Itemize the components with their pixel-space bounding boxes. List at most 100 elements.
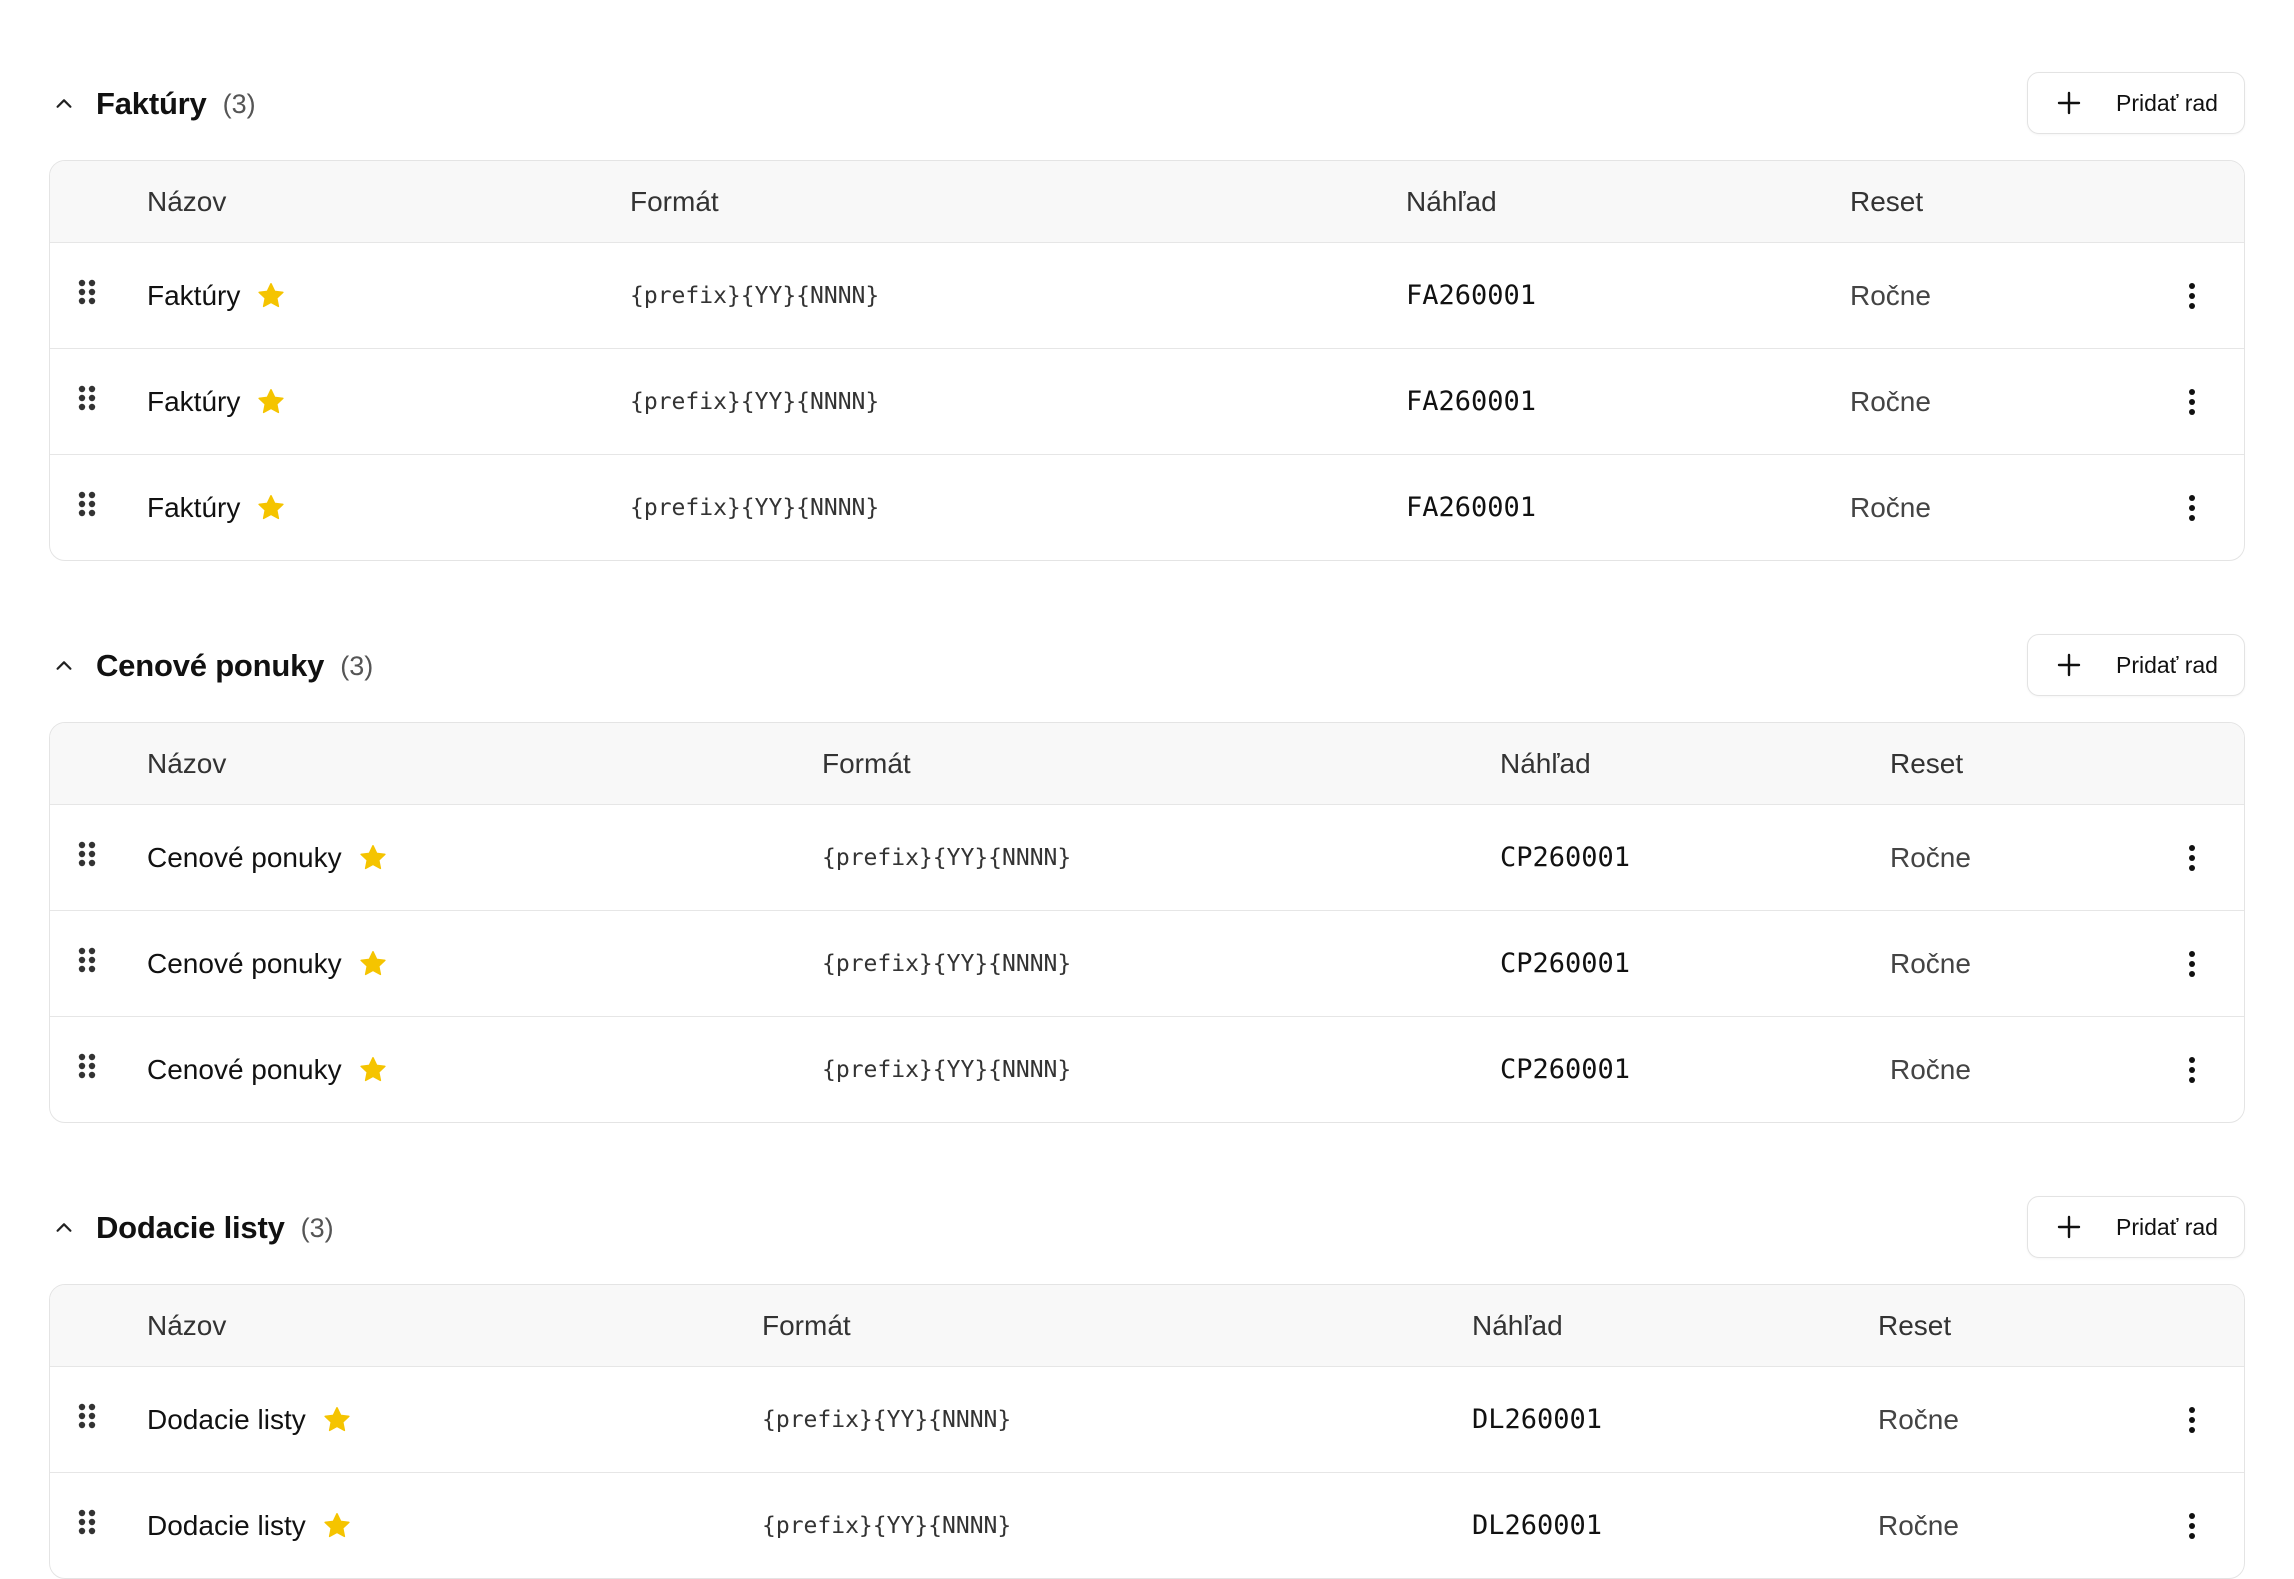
series-name-cell: Dodacie listy xyxy=(147,1367,352,1472)
table-row[interactable]: Cenové ponuky {prefix}{YY}{NNNN} CP260001 R… xyxy=(50,911,2244,1017)
add-series-button[interactable]: Pridať rad xyxy=(2027,1196,2245,1258)
series-preview: FA260001 xyxy=(1406,386,1537,417)
section-title: Dodacie listy xyxy=(96,1210,285,1245)
add-series-button[interactable]: Pridať rad xyxy=(2027,634,2245,696)
series-reset: Ročne xyxy=(1850,385,1931,417)
series-preview: CP260001 xyxy=(1500,948,1631,979)
section-2: Cenové ponuky (3) Pridať rad Názov Formát Náh… xyxy=(49,634,2245,1123)
series-format: {prefix}{YY}{NNNN} xyxy=(822,844,1072,871)
series-reset: Ročne xyxy=(1890,841,1971,873)
drag-handle-icon[interactable] xyxy=(76,1367,100,1472)
series-name-cell: Cenové ponuky xyxy=(147,805,388,910)
series-format: {prefix}{YY}{NNNN} xyxy=(762,1512,1012,1539)
section-header: Dodacie listy (3) Pridať rad xyxy=(49,1196,2245,1260)
column-header-preview: Náhľad xyxy=(1500,748,1591,779)
section-count: (3) xyxy=(222,88,256,119)
plus-icon xyxy=(2056,1214,2082,1240)
column-header-format: Formát xyxy=(822,748,911,779)
drag-handle-icon[interactable] xyxy=(76,455,100,560)
add-series-button[interactable]: Pridať rad xyxy=(2027,72,2245,134)
series-name-cell: Faktúry xyxy=(147,349,286,454)
series-preview: DL260001 xyxy=(1472,1404,1603,1435)
column-header-preview: Náhľad xyxy=(1472,1310,1563,1341)
series-preview: FA260001 xyxy=(1406,492,1537,523)
series-name-cell: Cenové ponuky xyxy=(147,911,388,1016)
series-name: Dodacie listy xyxy=(147,1509,306,1541)
series-preview: CP260001 xyxy=(1500,1054,1631,1085)
column-header-reset: Reset xyxy=(1890,748,1964,779)
drag-handle-icon[interactable] xyxy=(76,911,100,1016)
column-header-reset: Reset xyxy=(1878,1310,1952,1341)
more-vertical-icon[interactable] xyxy=(2180,1473,2204,1578)
chevron-up-icon xyxy=(53,93,75,115)
drag-handle-icon[interactable] xyxy=(76,1017,100,1122)
more-vertical-icon[interactable] xyxy=(2180,455,2204,560)
chevron-up-icon xyxy=(53,1217,75,1239)
table-row[interactable]: Cenové ponuky {prefix}{YY}{NNNN} CP260001 R… xyxy=(50,1017,2244,1122)
series-name: Faktúry xyxy=(147,279,241,311)
series-format: {prefix}{YY}{NNNN} xyxy=(822,950,1072,977)
add-series-label: Pridať rad xyxy=(2116,1213,2218,1240)
series-name-cell: Faktúry xyxy=(147,243,286,348)
column-header-name: Názov xyxy=(147,748,227,779)
number-series-page: Faktúry (3) Pridať rad Názov Formát Náhľad Res… xyxy=(0,0,2294,1579)
plus-icon xyxy=(2056,90,2082,116)
section-title: Cenové ponuky xyxy=(96,648,325,683)
drag-handle-icon[interactable] xyxy=(76,349,100,454)
plus-icon xyxy=(2056,652,2082,678)
series-preview: FA260001 xyxy=(1406,280,1537,311)
section-count: (3) xyxy=(300,1212,334,1243)
series-name: Dodacie listy xyxy=(147,1403,306,1435)
drag-handle-icon[interactable] xyxy=(76,805,100,910)
section-3: Dodacie listy (3) Pridať rad Názov Formát Náh… xyxy=(49,1196,2245,1579)
drag-handle-icon[interactable] xyxy=(76,1473,100,1578)
column-header-name: Názov xyxy=(147,186,227,217)
section-1: Faktúry (3) Pridať rad Názov Formát Náhľad Res… xyxy=(49,72,2245,561)
table-row[interactable]: Dodacie listy {prefix}{YY}{NNNN} DL260001 R… xyxy=(50,1473,2244,1578)
collapse-toggle[interactable] xyxy=(49,89,79,119)
more-vertical-icon[interactable] xyxy=(2180,1017,2204,1122)
table-header: Názov Formát Náhľad Reset xyxy=(50,161,2244,243)
collapse-toggle[interactable] xyxy=(49,651,79,681)
star-icon xyxy=(358,1055,388,1085)
more-vertical-icon[interactable] xyxy=(2180,805,2204,910)
add-series-label: Pridať rad xyxy=(2116,651,2218,678)
star-icon xyxy=(322,1511,352,1541)
series-preview: DL260001 xyxy=(1472,1510,1603,1541)
add-series-label: Pridať rad xyxy=(2116,89,2218,116)
table-row[interactable]: Faktúry {prefix}{YY}{NNNN} FA260001 Ročne xyxy=(50,455,2244,560)
series-format: {prefix}{YY}{NNNN} xyxy=(762,1406,1012,1433)
star-icon xyxy=(322,1405,352,1435)
series-reset: Ročne xyxy=(1890,947,1971,979)
table-row[interactable]: Dodacie listy {prefix}{YY}{NNNN} DL260001 R… xyxy=(50,1367,2244,1473)
series-name: Cenové ponuky xyxy=(147,947,342,979)
column-header-preview: Náhľad xyxy=(1406,186,1497,217)
series-format: {prefix}{YY}{NNNN} xyxy=(822,1056,1072,1083)
star-icon xyxy=(358,843,388,873)
series-reset: Ročne xyxy=(1878,1509,1959,1541)
more-vertical-icon[interactable] xyxy=(2180,243,2204,348)
series-name-cell: Cenové ponuky xyxy=(147,1017,388,1122)
section-count: (3) xyxy=(340,650,374,681)
chevron-up-icon xyxy=(53,655,75,677)
series-name: Cenové ponuky xyxy=(147,1053,342,1085)
series-name-cell: Faktúry xyxy=(147,455,286,560)
column-header-reset: Reset xyxy=(1850,186,1924,217)
series-name: Cenové ponuky xyxy=(147,841,342,873)
more-vertical-icon[interactable] xyxy=(2180,911,2204,1016)
section-title: Faktúry xyxy=(96,86,207,121)
table-row[interactable]: Cenové ponuky {prefix}{YY}{NNNN} CP260001 R… xyxy=(50,805,2244,911)
series-reset: Ročne xyxy=(1890,1053,1971,1085)
series-table: Názov Formát Náhľad Reset Faktúry {prefix}{YY… xyxy=(49,160,2245,561)
more-vertical-icon[interactable] xyxy=(2180,1367,2204,1472)
column-header-format: Formát xyxy=(630,186,719,217)
drag-handle-icon[interactable] xyxy=(76,243,100,348)
star-icon xyxy=(256,493,286,523)
collapse-toggle[interactable] xyxy=(49,1213,79,1243)
series-reset: Ročne xyxy=(1878,1403,1959,1435)
table-header: Názov Formát Náhľad Reset xyxy=(50,1285,2244,1367)
series-name: Faktúry xyxy=(147,491,241,523)
more-vertical-icon[interactable] xyxy=(2180,349,2204,454)
table-row[interactable]: Faktúry {prefix}{YY}{NNNN} FA260001 Ročne xyxy=(50,349,2244,455)
table-row[interactable]: Faktúry {prefix}{YY}{NNNN} FA260001 Ročne xyxy=(50,243,2244,349)
